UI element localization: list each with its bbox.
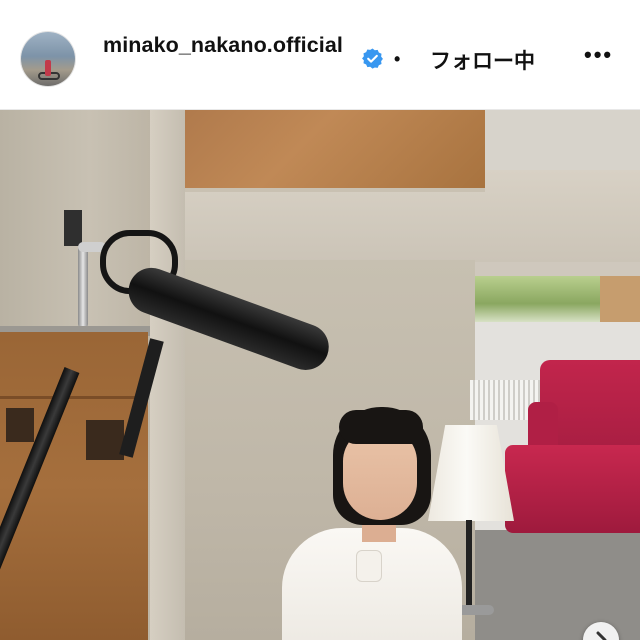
photo-lamp-pole bbox=[466, 520, 472, 610]
profile-avatar[interactable] bbox=[21, 32, 75, 86]
photo-pillar bbox=[150, 110, 185, 640]
photo-wood-panel bbox=[185, 110, 485, 192]
photo-cabinet-edge bbox=[0, 396, 148, 399]
photo-window-frame bbox=[600, 276, 640, 322]
username-link[interactable]: minako_nakano.official bbox=[103, 30, 351, 61]
verified-badge-icon bbox=[362, 48, 383, 69]
following-button[interactable]: フォロー中 bbox=[430, 45, 535, 75]
post-header: minako_nakano.official • フォロー中 ••• bbox=[0, 0, 640, 110]
photo-person-bow bbox=[356, 550, 382, 582]
photo-cabinet-handle bbox=[6, 408, 34, 442]
post-photo[interactable] bbox=[0, 110, 640, 640]
separator-dot: • bbox=[394, 49, 401, 69]
photo-light-switch bbox=[64, 210, 82, 246]
photo-floor bbox=[475, 530, 640, 640]
photo-person-bangs bbox=[339, 410, 423, 444]
more-options-icon[interactable]: ••• bbox=[584, 42, 613, 68]
photo-sofa-seat bbox=[505, 445, 640, 533]
chevron-right-icon bbox=[596, 631, 607, 640]
avatar-figure bbox=[45, 60, 51, 76]
photo-person-shirt bbox=[282, 528, 462, 640]
photo-faucet bbox=[78, 244, 88, 328]
